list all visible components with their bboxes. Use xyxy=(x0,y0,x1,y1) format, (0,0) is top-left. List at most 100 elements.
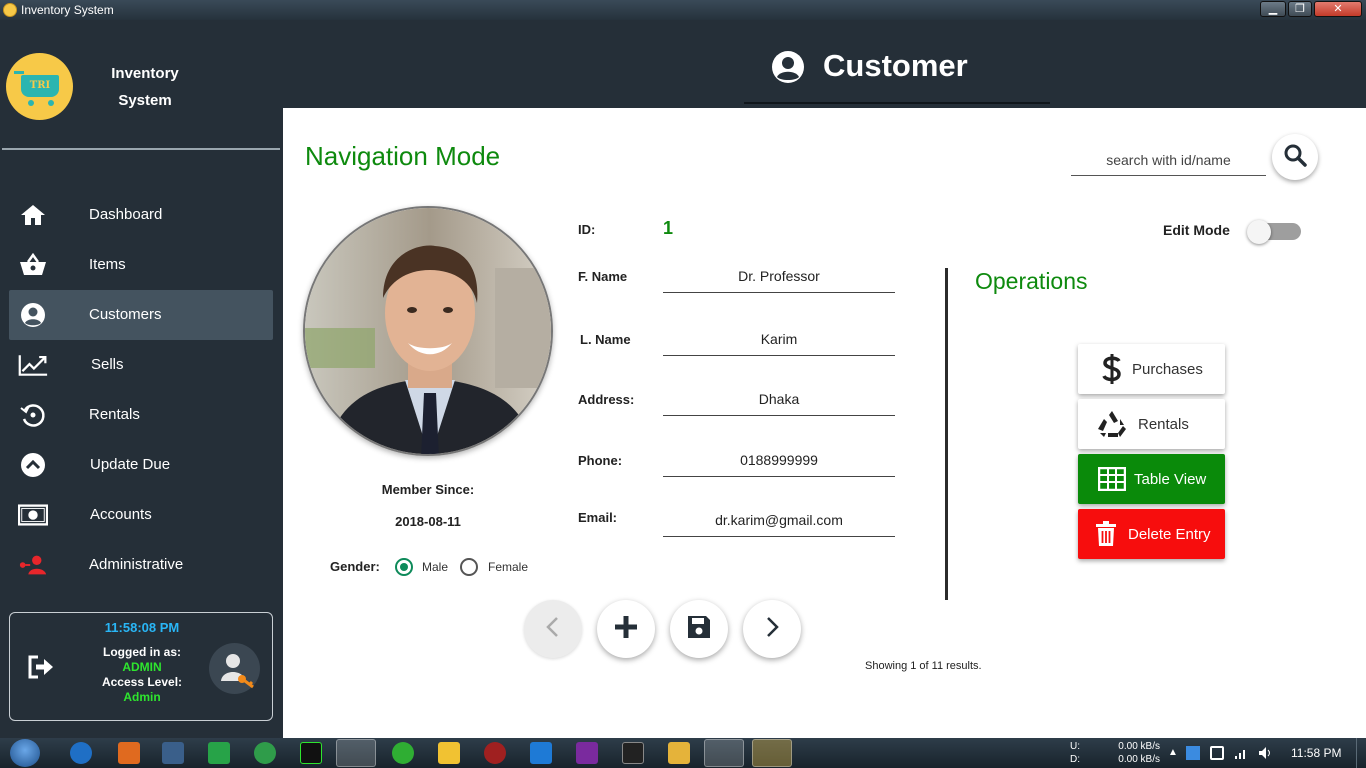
sidebar-item-items[interactable]: Items xyxy=(9,240,273,290)
taskbar-clock[interactable]: 11:58 PM xyxy=(1291,746,1341,760)
chevron-left-icon xyxy=(543,615,563,644)
app-icon xyxy=(3,3,17,17)
start-button[interactable] xyxy=(10,739,40,767)
sidebar-item-label: Items xyxy=(89,256,126,273)
trending-up-icon xyxy=(18,352,48,378)
phone-field[interactable]: 0188999999 xyxy=(663,449,895,477)
recycle-icon xyxy=(1092,409,1132,439)
user-panel: 11:58:08 PM Logged in as: ADMIN Access L… xyxy=(9,612,273,721)
gender-label: Gender: xyxy=(330,559,380,574)
maximize-button[interactable]: ❐ xyxy=(1288,1,1312,17)
account-circle-icon xyxy=(771,50,805,84)
signal-icon[interactable] xyxy=(1234,746,1248,760)
app-logo: TRI xyxy=(6,53,73,120)
sidebar-item-customers[interactable]: Customers xyxy=(9,290,273,340)
customer-photo xyxy=(303,206,553,456)
taskbar-app-icon[interactable] xyxy=(752,739,792,767)
taskbar-app-icon[interactable] xyxy=(622,742,644,764)
taskbar-app-icon[interactable] xyxy=(70,742,92,764)
access-level-value: Admin xyxy=(123,690,161,704)
search-button[interactable] xyxy=(1272,134,1318,180)
purchases-label: Purchases xyxy=(1132,360,1203,378)
table-view-label: Table View xyxy=(1134,470,1207,488)
sidebar-item-label: Dashboard xyxy=(89,206,163,223)
close-button[interactable]: ✕ xyxy=(1314,1,1362,17)
taskbar-app-icon[interactable] xyxy=(336,739,376,767)
taskbar-app-icon[interactable] xyxy=(704,739,744,767)
account-circle-icon xyxy=(18,302,48,328)
address-field[interactable]: Dhaka xyxy=(663,388,895,416)
page-title: Customer xyxy=(823,48,968,83)
sidebar-item-update-due[interactable]: Update Due xyxy=(9,440,273,490)
last-name-field[interactable]: Karim xyxy=(663,328,895,356)
taskbar-app-icon[interactable] xyxy=(254,742,276,764)
brand-name: Inventory System xyxy=(96,60,194,114)
rentals-button[interactable]: Rentals xyxy=(1078,399,1225,449)
previous-button[interactable] xyxy=(524,600,582,658)
taskbar-app-icon[interactable] xyxy=(392,742,414,764)
sidebar-item-label: Sells xyxy=(91,356,124,373)
gender-female-label: Female xyxy=(488,560,529,574)
table-view-button[interactable]: Table View xyxy=(1078,454,1225,504)
sidebar-item-label: Rentals xyxy=(89,406,140,423)
add-button[interactable] xyxy=(597,600,655,658)
search-icon xyxy=(1283,143,1307,172)
clock: 11:58:08 PM xyxy=(104,620,180,635)
taskbar-app-icon[interactable] xyxy=(530,742,552,764)
purchases-button[interactable]: Purchases xyxy=(1078,344,1225,394)
logged-in-label: Logged in as: xyxy=(103,645,181,659)
sidebar-item-dashboard[interactable]: Dashboard xyxy=(9,190,273,240)
network-speed: U: 0.00 kB/s D: 0.00 kB/s xyxy=(1070,741,1160,765)
gender-female-radio[interactable] xyxy=(460,558,478,576)
admin-avatar-icon xyxy=(209,643,260,694)
sidebar-item-administrative[interactable]: Administrative xyxy=(9,540,273,590)
minimize-button[interactable]: ▁ xyxy=(1260,1,1286,17)
search-input[interactable] xyxy=(1071,144,1266,176)
taskbar-app-icon[interactable] xyxy=(484,742,506,764)
show-desktop-button[interactable] xyxy=(1356,738,1366,768)
taskbar-app-icon[interactable] xyxy=(300,742,322,764)
taskbar-app-icon[interactable] xyxy=(162,742,184,764)
login-info: Logged in as: ADMIN Access Level: Admin xyxy=(92,645,192,705)
sidebar-item-sells[interactable]: Sells xyxy=(9,340,273,390)
basket-icon xyxy=(18,252,48,278)
first-name-label: F. Name xyxy=(578,269,628,284)
vertical-divider xyxy=(945,268,948,600)
battery-icon[interactable] xyxy=(1210,746,1224,760)
chevron-right-icon xyxy=(762,615,782,644)
gender-male-radio[interactable] xyxy=(395,558,413,576)
taskbar-app-icon[interactable] xyxy=(208,742,230,764)
sidebar-item-label: Customers xyxy=(89,306,162,323)
email-label: Email: xyxy=(578,510,618,525)
member-since-value: 2018-08-11 xyxy=(395,514,461,529)
first-name-field[interactable]: Dr. Professor xyxy=(663,265,895,293)
delete-entry-button[interactable]: Delete Entry xyxy=(1078,509,1225,559)
taskbar-app-icon[interactable] xyxy=(668,742,690,764)
language-icon[interactable] xyxy=(1186,746,1200,760)
taskbar-app-icon[interactable] xyxy=(576,742,598,764)
volume-icon[interactable] xyxy=(1258,746,1272,760)
plus-icon xyxy=(613,614,639,645)
next-button[interactable] xyxy=(743,600,801,658)
taskbar-app-icon[interactable] xyxy=(118,742,140,764)
brand-line-2: System xyxy=(118,92,172,109)
last-name-label: L. Name xyxy=(580,332,631,347)
app-window: Inventory System ▁ ❐ ✕ TRI Inventory Sys… xyxy=(0,0,1366,768)
logout-icon[interactable] xyxy=(26,653,56,681)
email-field[interactable]: dr.karim@gmail.com xyxy=(663,509,895,537)
member-since-label: Member Since: xyxy=(381,482,475,497)
delete-entry-label: Delete Entry xyxy=(1128,525,1211,543)
chevron-up-icon[interactable]: ▲ xyxy=(1168,747,1182,761)
sidebar-item-label: Administrative xyxy=(89,556,184,573)
gender-male-label: Male xyxy=(422,560,449,574)
sidebar-item-rentals[interactable]: Rentals xyxy=(9,390,273,440)
chevron-up-circle-icon xyxy=(18,452,48,478)
mode-title: Navigation Mode xyxy=(305,141,501,171)
edit-mode-toggle[interactable] xyxy=(1247,220,1301,244)
save-button[interactable] xyxy=(670,600,728,658)
sidebar: TRI Inventory System Dashboard Items Cus… xyxy=(0,20,283,738)
id-value: 1 xyxy=(663,218,674,238)
id-label: ID: xyxy=(578,222,596,237)
taskbar-app-icon[interactable] xyxy=(438,742,460,764)
sidebar-item-accounts[interactable]: Accounts xyxy=(9,490,273,540)
